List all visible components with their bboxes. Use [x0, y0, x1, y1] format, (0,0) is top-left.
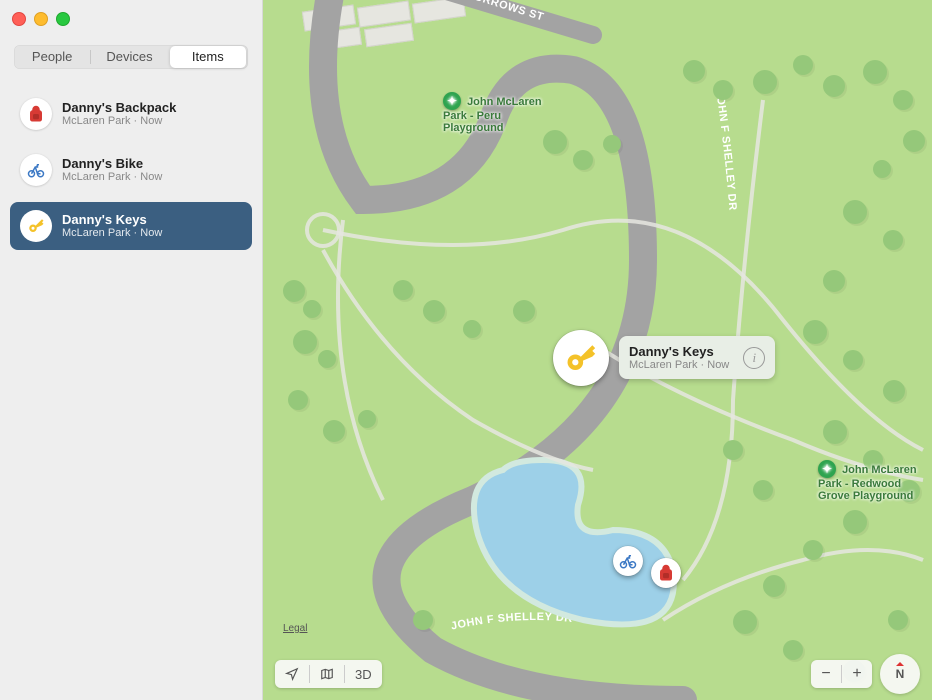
list-item-selected[interactable]: Danny's Keys McLaren Park · Now	[10, 202, 252, 250]
map-marker-bike[interactable]	[613, 546, 643, 576]
item-title: Danny's Backpack	[62, 100, 176, 116]
bike-icon	[619, 552, 637, 570]
playground-icon: ✦	[443, 92, 461, 110]
legal-link[interactable]: Legal	[283, 623, 307, 634]
map-mode-controls: 3D	[275, 660, 382, 688]
find-my-window: People Devices Items Danny's Backpack Mc…	[0, 0, 932, 700]
items-list: Danny's Backpack McLaren Park · Now Dann…	[10, 90, 252, 258]
poi-redwood-playground[interactable]: ✦ John McLaren Park - Redwood Grove Play…	[818, 460, 917, 502]
minimize-button[interactable]	[34, 12, 48, 26]
compass-button[interactable]: N	[880, 654, 920, 694]
zoom-in-button[interactable]: +	[842, 660, 872, 688]
item-labels: Danny's Keys McLaren Park · Now	[62, 212, 162, 241]
tab-segmented-control[interactable]: People Devices Items	[14, 45, 248, 69]
tab-people[interactable]: People	[14, 46, 90, 68]
item-subtitle: McLaren Park · Now	[62, 227, 162, 240]
list-item[interactable]: Danny's Bike McLaren Park · Now	[10, 146, 252, 194]
callout-title: Danny's Keys	[629, 344, 729, 359]
callout-subtitle: McLaren Park · Now	[629, 359, 729, 371]
backpack-icon	[20, 98, 52, 130]
tab-items[interactable]: Items	[170, 46, 246, 68]
map-callout[interactable]: Danny's Keys McLaren Park · Now i	[619, 336, 775, 379]
sidebar: People Devices Items Danny's Backpack Mc…	[0, 0, 263, 700]
playground-icon: ✦	[818, 460, 836, 478]
map-marker-backpack[interactable]	[651, 558, 681, 588]
key-icon	[20, 210, 52, 242]
item-subtitle: McLaren Park · Now	[62, 171, 162, 184]
location-arrow-icon	[285, 667, 299, 681]
backpack-icon	[657, 564, 675, 582]
tab-devices[interactable]: Devices	[91, 46, 167, 68]
list-item[interactable]: Danny's Backpack McLaren Park · Now	[10, 90, 252, 138]
map-type-button[interactable]	[310, 660, 344, 688]
close-button[interactable]	[12, 12, 26, 26]
poi-peru-playground[interactable]: ✦ John McLaren Park - Peru Playground	[443, 92, 542, 134]
map-icon	[320, 667, 334, 681]
item-labels: Danny's Bike McLaren Park · Now	[62, 156, 162, 185]
3d-toggle-button[interactable]: 3D	[345, 660, 382, 688]
item-title: Danny's Keys	[62, 212, 162, 228]
zoom-button[interactable]	[56, 12, 70, 26]
key-icon	[564, 341, 598, 375]
item-title: Danny's Bike	[62, 156, 162, 172]
bike-icon	[20, 154, 52, 186]
locate-button[interactable]	[275, 660, 309, 688]
map-view[interactable]: BURROWS ST JOHN F SHELLEY DR JOHN F SHEL…	[263, 0, 932, 700]
zoom-out-button[interactable]: −	[811, 660, 841, 688]
zoom-controls: − +	[811, 660, 872, 688]
map-marker-keys[interactable]	[553, 330, 609, 386]
item-labels: Danny's Backpack McLaren Park · Now	[62, 100, 176, 129]
item-subtitle: McLaren Park · Now	[62, 115, 176, 128]
info-button[interactable]: i	[743, 347, 765, 369]
window-controls	[12, 12, 70, 26]
